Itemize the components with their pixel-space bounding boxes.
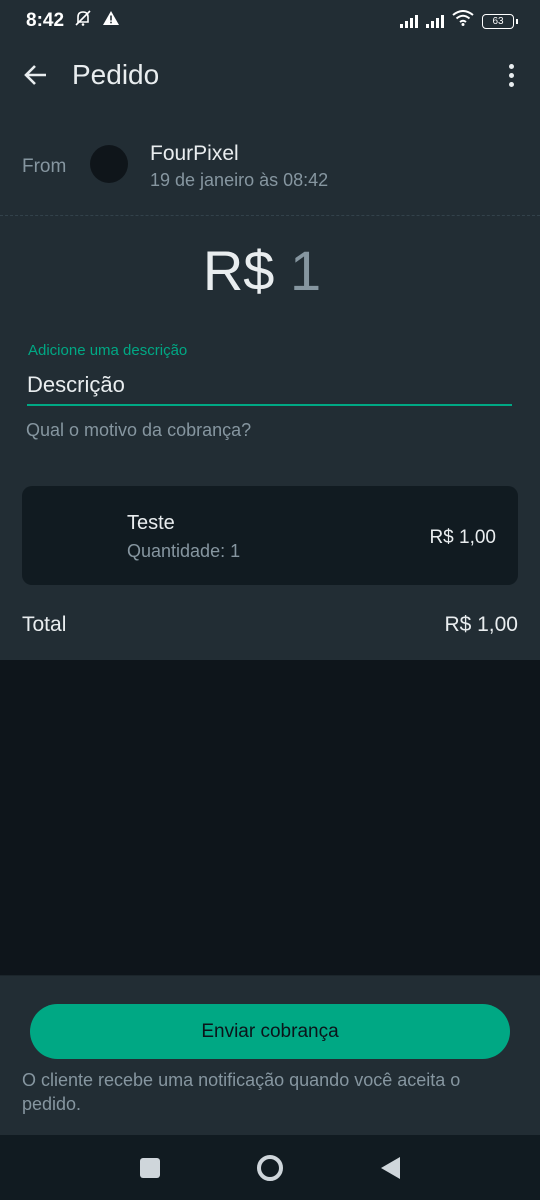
sender-date: 19 de janeiro às 08:42 <box>150 170 329 190</box>
bell-off-icon <box>74 9 92 33</box>
bottom-sheet: Enviar cobrança O cliente recebe uma not… <box>0 975 540 1136</box>
divider <box>0 215 540 216</box>
status-left: 8:42 <box>26 9 120 33</box>
from-row: From FourPixel 19 de janeiro às 08:42 <box>22 142 518 198</box>
system-nav-bar <box>0 1135 540 1200</box>
page-title: Pedido <box>72 59 160 90</box>
recents-button[interactable] <box>90 1135 210 1200</box>
amount-display: R$ 1 <box>0 238 524 303</box>
signal-icon <box>426 14 444 28</box>
battery-level: 63 <box>492 15 504 27</box>
description-input[interactable] <box>27 366 512 406</box>
send-charge-button[interactable]: Enviar cobrança <box>30 1004 510 1059</box>
item-quantity: Quantidade: 1 <box>127 541 241 561</box>
status-time: 8:42 <box>26 10 65 31</box>
description-helper: Qual o motivo da cobrança? <box>26 420 252 440</box>
description-label: Adicione uma descrição <box>28 342 188 359</box>
app-bar: Pedido <box>0 42 540 108</box>
more-vertical-icon[interactable] <box>503 58 520 93</box>
amount-currency: R$ <box>202 239 275 302</box>
status-right: 63 <box>400 10 518 32</box>
system-back-button[interactable] <box>330 1135 450 1200</box>
sender-name: FourPixel <box>150 142 239 165</box>
warning-icon <box>102 10 120 32</box>
from-label: From <box>22 156 67 177</box>
status-bar: 8:42 63 <box>0 0 540 42</box>
amount-value: 1 <box>290 239 322 302</box>
total-label: Total <box>22 613 67 636</box>
avatar <box>90 145 128 183</box>
wifi-icon <box>452 10 474 32</box>
item-card: Teste Quantidade: 1 R$ 1,00 <box>22 486 518 585</box>
order-panel: From FourPixel 19 de janeiro às 08:42 R$… <box>0 108 540 660</box>
battery-icon: 63 <box>482 13 518 29</box>
item-name: Teste <box>127 512 175 534</box>
home-button[interactable] <box>210 1135 330 1200</box>
arrow-left-icon <box>24 65 46 85</box>
notification-note: O cliente recebe uma notificação quando … <box>22 1070 461 1114</box>
triangle-back-icon <box>380 1156 400 1179</box>
square-icon <box>140 1157 160 1178</box>
back-button[interactable] <box>6 62 66 88</box>
circle-icon <box>257 1154 283 1181</box>
signal-icon <box>400 14 418 28</box>
total-value: R$ 1,00 <box>444 613 518 636</box>
item-price: R$ 1,00 <box>429 527 496 548</box>
